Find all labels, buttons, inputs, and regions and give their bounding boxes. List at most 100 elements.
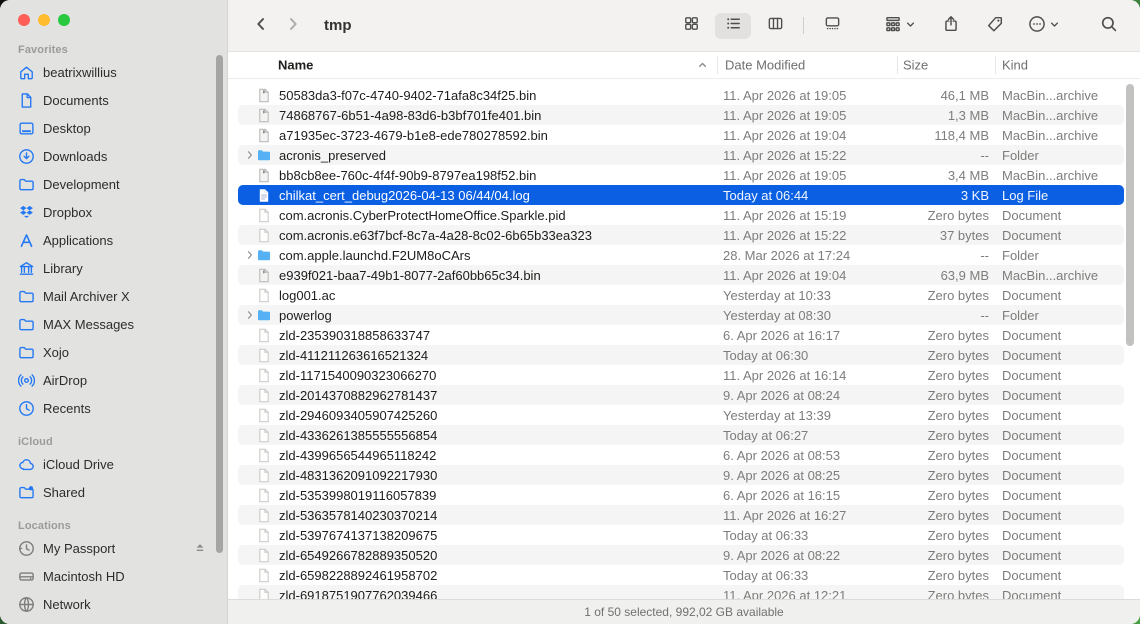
sidebar-item-documents[interactable]: Documents [8,86,217,114]
file-row[interactable]: zld-48313620910922179309. Apr 2026 at 08… [238,465,1124,485]
file-date-modified: 11. Apr 2026 at 19:05 [723,88,897,103]
file-row[interactable]: 74868767-6b51-4a98-83d6-b3bf701fe401.bin… [238,105,1124,125]
column-header-name[interactable]: Name [278,58,313,73]
disclosure-chevron-icon[interactable] [245,250,256,260]
sidebar-item-dropbox[interactable]: Dropbox [8,198,217,226]
sidebar-item-beatrixwillius[interactable]: beatrixwillius [8,58,217,86]
file-row[interactable]: com.apple.launchd.F2UM8oCArs28. Mar 2026… [238,245,1124,265]
file-row[interactable]: powerlogYesterday at 08:30--Folder [238,305,1124,325]
column-divider[interactable] [995,56,996,74]
file-row[interactable]: zld-411211263616521324Today at 06:30Zero… [238,345,1124,365]
eject-icon[interactable] [193,541,207,555]
file-name: zld-6918751907762039466 [279,588,437,600]
chevron-right-icon [284,15,302,36]
file-row[interactable]: com.acronis.CyberProtectHomeOffice.Spark… [238,205,1124,225]
file-row[interactable]: 50583da3-f07c-4740-9402-71afa8c34f25.bin… [238,85,1124,105]
gallery-icon [824,15,841,37]
sidebar-item-airdrop[interactable]: AirDrop [8,366,217,394]
sidebar-item-downloads[interactable]: Downloads [8,142,217,170]
tags-button[interactable] [986,15,1004,36]
zoom-button[interactable] [58,14,70,26]
sidebar-item-library[interactable]: Library [8,254,217,282]
sidebar-item-network[interactable]: Network [8,590,217,618]
file-row[interactable]: zld-53539980191160578396. Apr 2026 at 16… [238,485,1124,505]
file-kind: MacBin...archive [989,128,1124,143]
view-switcher [673,13,850,39]
file-row[interactable]: log001.acYesterday at 10:33Zero bytesDoc… [238,285,1124,305]
file-size: Zero bytes [897,288,989,303]
file-row[interactable]: zld-43996565449651182426. Apr 2026 at 08… [238,445,1124,465]
file-kind: Document [989,288,1124,303]
column-header-date-modified[interactable]: Date Modified [725,58,805,73]
sidebar-item-shared[interactable]: Shared [8,478,217,506]
sidebar-item-macintosh-hd[interactable]: Macintosh HD [8,562,217,590]
sidebar-item-icloud-drive[interactable]: iCloud Drive [8,450,217,478]
sidebar-item-applications[interactable]: Applications [8,226,217,254]
sidebar-item-recents[interactable]: Recents [8,394,217,422]
file-kind: Log File [989,188,1124,203]
file-row[interactable]: e939f021-baa7-49b1-8077-2af60bb65c34.bin… [238,265,1124,285]
file-icon [257,448,272,463]
search-button[interactable] [1100,15,1118,36]
file-row[interactable]: zld-117154009032306627011. Apr 2026 at 1… [238,365,1124,385]
icon-view-button[interactable] [673,13,709,39]
list-view-button[interactable] [715,13,751,39]
home-icon [16,64,36,81]
file-row[interactable]: zld-2353903188586337476. Apr 2026 at 16:… [238,325,1124,345]
file-row[interactable]: zld-4336261385555556854Today at 06:27Zer… [238,425,1124,445]
forward-button[interactable] [284,15,302,36]
file-row[interactable]: acronis_preserved11. Apr 2026 at 15:22--… [238,145,1124,165]
list-scrollbar[interactable] [1126,84,1134,346]
file-size: 3 KB [897,188,989,203]
file-row[interactable]: zld-65492667828893505209. Apr 2026 at 08… [238,545,1124,565]
file-kind: Document [989,328,1124,343]
disclosure-chevron-icon[interactable] [245,310,256,320]
column-divider[interactable] [717,56,718,74]
more-button[interactable] [1028,15,1060,36]
file-name: a71935ec-3723-4679-b1e8-ede780278592.bin [279,128,548,143]
close-button[interactable] [18,14,30,26]
column-header-size[interactable]: Size [903,58,928,73]
file-icon [257,488,272,503]
file-kind: Document [989,488,1124,503]
sidebar-item-label: Network [43,597,91,612]
minimize-button[interactable] [38,14,50,26]
file-row[interactable]: zld-2946093405907425260Yesterday at 13:3… [238,405,1124,425]
file-name-cell: zld-5397674137138209675 [238,528,723,543]
search-icon [1100,15,1118,36]
column-header-kind[interactable]: Kind [1002,58,1028,73]
disclosure-chevron-icon[interactable] [245,150,256,160]
list-icon [725,15,742,37]
sidebar-scrollbar[interactable] [216,55,223,553]
file-date-modified: 6. Apr 2026 at 08:53 [723,448,897,463]
file-name: log001.ac [279,288,335,303]
sidebar-item-desktop[interactable]: Desktop [8,114,217,142]
file-row[interactable]: zld-691875190776203946611. Apr 2026 at 1… [238,585,1124,599]
file-row[interactable]: chilkat_cert_debug2026-04-13 06/44/04.lo… [238,185,1124,205]
sidebar-item-xojo[interactable]: Xojo [8,338,217,366]
sidebar-item-max-messages[interactable]: MAX Messages [8,310,217,338]
sidebar-item-my-passport[interactable]: My Passport [8,534,217,562]
status-bar: 1 of 50 selected, 992,02 GB available [228,599,1140,624]
file-name: com.acronis.e63f7bcf-8c7a-4a28-8c02-6b65… [279,228,592,243]
file-row[interactable]: zld-20143708829627814379. Apr 2026 at 08… [238,385,1124,405]
sidebar-item-label: Applications [43,233,113,248]
file-row[interactable]: com.acronis.e63f7bcf-8c7a-4a28-8c02-6b65… [238,225,1124,245]
file-name-cell: com.acronis.CyberProtectHomeOffice.Spark… [238,208,723,223]
file-row[interactable]: zld-536357814023037021411. Apr 2026 at 1… [238,505,1124,525]
gallery-view-button[interactable] [814,13,850,39]
group-button[interactable] [884,15,916,36]
share-button[interactable] [942,15,960,36]
column-divider[interactable] [897,56,898,74]
sidebar-section-label: iCloud [18,436,227,448]
file-name-cell: zld-2014370882962781437 [238,388,723,403]
column-view-button[interactable] [757,13,793,39]
sidebar-item-mail-archiver-x[interactable]: Mail Archiver X [8,282,217,310]
file-row[interactable]: a71935ec-3723-4679-b1e8-ede780278592.bin… [238,125,1124,145]
sidebar-item-development[interactable]: Development [8,170,217,198]
file-row[interactable]: zld-6598228892461958702Today at 06:33Zer… [238,565,1124,585]
file-row[interactable]: zld-5397674137138209675Today at 06:33Zer… [238,525,1124,545]
back-button[interactable] [252,15,270,36]
file-row[interactable]: bb8cb8ee-760c-4f4f-90b9-8797ea198f52.bin… [238,165,1124,185]
library-icon [16,260,36,277]
